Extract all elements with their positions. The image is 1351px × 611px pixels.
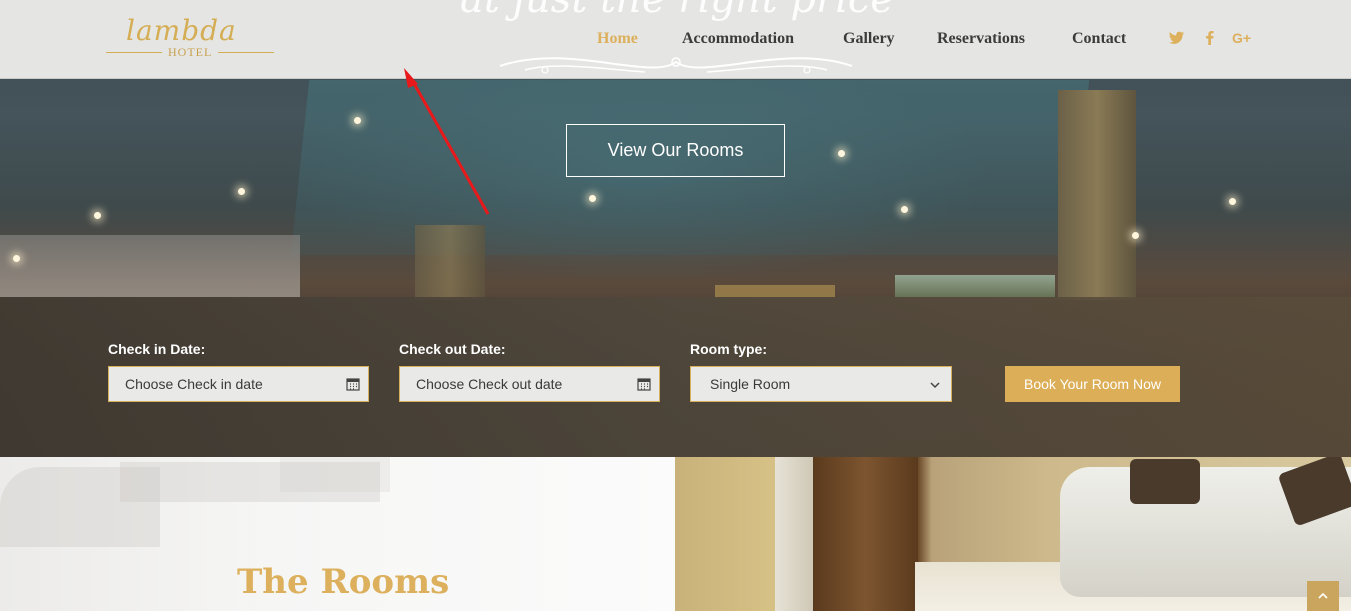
hero-window [895, 275, 1055, 297]
google-plus-icon[interactable]: G+ [1231, 28, 1251, 48]
hotel-logo[interactable]: lambda HOTEL [104, 14, 276, 64]
checkout-label: Check out Date: [399, 341, 506, 357]
nav-accommodation[interactable]: Accommodation [682, 30, 794, 48]
photo-wall [775, 457, 813, 611]
roomtype-value: Single Room [710, 376, 791, 392]
checkin-placeholder: Choose Check in date [125, 376, 263, 392]
checkout-date-field[interactable]: Choose Check out date [399, 366, 660, 402]
photo-door [813, 457, 918, 611]
svg-text:G+: G+ [1232, 30, 1251, 46]
calendar-icon[interactable] [637, 377, 651, 391]
facebook-icon[interactable] [1200, 28, 1220, 48]
roomtype-label: Room type: [690, 341, 767, 357]
site-header: lambda HOTEL at just the right price Hom… [0, 0, 1351, 79]
book-room-button[interactable]: Book Your Room Now [1005, 366, 1180, 402]
nav-home[interactable]: Home [597, 30, 638, 48]
ceiling-light [589, 195, 596, 202]
nav-contact[interactable]: Contact [1072, 30, 1126, 48]
checkout-placeholder: Choose Check out date [416, 376, 563, 392]
nav-reservations[interactable]: Reservations [937, 30, 1025, 48]
calendar-icon[interactable] [346, 377, 360, 391]
hero-window [715, 285, 835, 297]
ceiling-light [94, 212, 101, 219]
chevron-up-icon [1318, 592, 1328, 599]
ceiling-light [901, 206, 908, 213]
ceiling-light [238, 188, 245, 195]
logo-subtitle: HOTEL [168, 45, 213, 59]
flourish-ornament [499, 57, 853, 74]
logo-divider [106, 52, 162, 53]
checkin-label: Check in Date: [108, 341, 206, 357]
roomtype-select[interactable]: Single Room [690, 366, 952, 402]
checkin-date-field[interactable]: Choose Check in date [108, 366, 369, 402]
nav-gallery[interactable]: Gallery [843, 30, 895, 48]
logo-script: lambda [126, 14, 237, 47]
booking-form: Check in Date: Choose Check in date Chec… [0, 297, 1351, 457]
twitter-icon[interactable] [1166, 28, 1186, 48]
photo-pillow [1130, 459, 1200, 504]
hero-pillar [415, 225, 485, 300]
view-rooms-button[interactable]: View Our Rooms [566, 124, 785, 177]
rooms-section: The Rooms [0, 457, 675, 611]
ceiling-light [1132, 232, 1139, 239]
ceiling-light [13, 255, 20, 262]
hero-pillar [1058, 90, 1136, 300]
hero-tagline: at just the right price [460, 0, 894, 22]
hero-floor [0, 235, 300, 297]
background-furniture [280, 457, 390, 492]
chevron-down-icon [930, 382, 940, 389]
ceiling-light [1229, 198, 1236, 205]
logo-divider [218, 52, 274, 53]
ceiling-light [838, 150, 845, 157]
ceiling-light [354, 117, 361, 124]
rooms-heading: The Rooms [237, 562, 450, 602]
room-photo [675, 457, 1351, 611]
scroll-to-top-button[interactable] [1307, 581, 1339, 611]
